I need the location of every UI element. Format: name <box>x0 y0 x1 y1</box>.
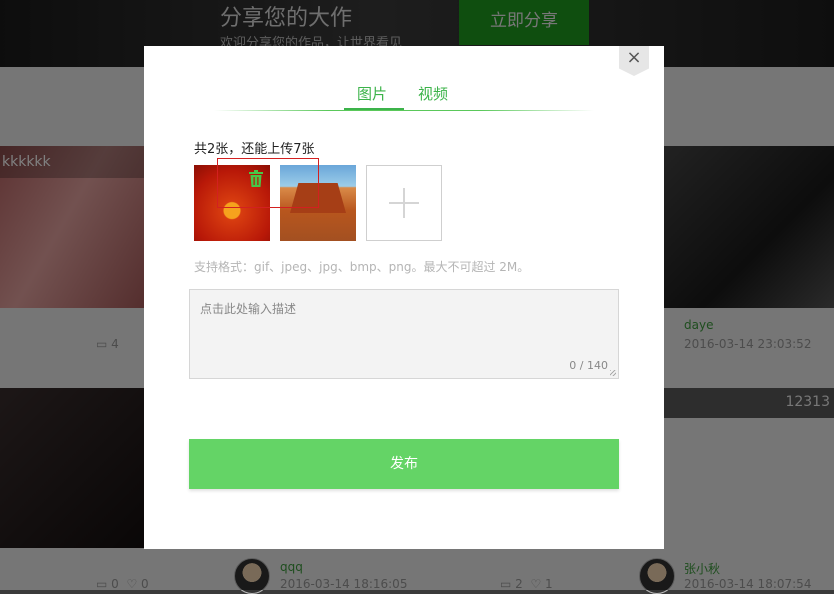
upload-count-text: 共2张，还能上传7张 <box>194 142 315 157</box>
trash-icon[interactable] <box>248 170 264 188</box>
tabs-divider <box>214 110 594 111</box>
media-type-tabs: 图片 视频 <box>144 83 664 113</box>
description-input[interactable] <box>190 290 618 378</box>
plus-icon-vertical <box>403 188 405 218</box>
tab-videos[interactable]: 视频 <box>418 83 448 104</box>
resize-handle[interactable] <box>610 370 616 376</box>
publish-button[interactable]: 发布 <box>189 439 619 489</box>
hover-selection-outline <box>217 158 319 208</box>
add-image-button[interactable] <box>366 165 442 241</box>
upload-dialog: 图片 视频 共2张，还能上传7张 支持格式：gif、jpeg、jpg、bmp、p… <box>144 46 664 549</box>
tab-images[interactable]: 图片 <box>357 83 387 104</box>
close-icon: × <box>626 47 642 68</box>
description-box: 0 / 140 <box>189 289 619 379</box>
format-hint: 支持格式：gif、jpeg、jpg、bmp、png。最大不可超过 2M。 <box>194 260 530 274</box>
char-counter: 0 / 140 <box>569 359 608 372</box>
